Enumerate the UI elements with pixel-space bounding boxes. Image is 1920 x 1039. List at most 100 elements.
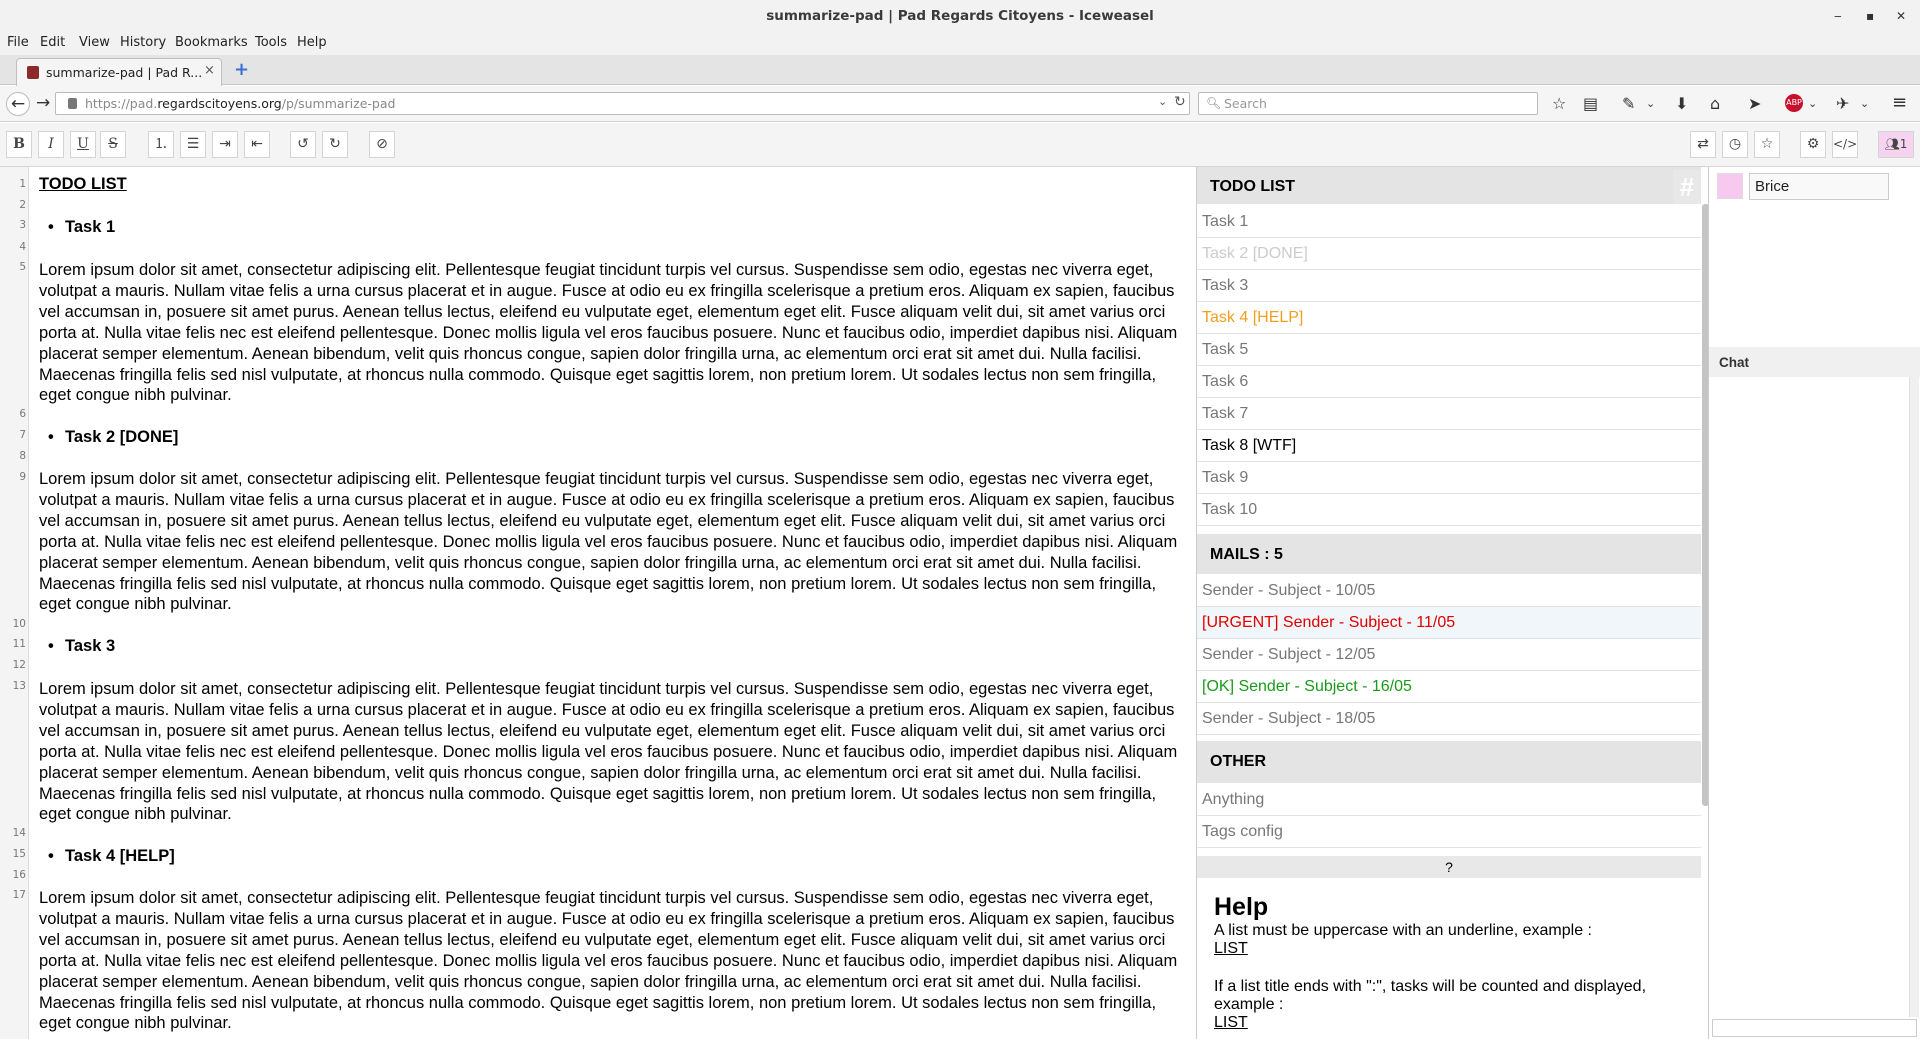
home-icon[interactable]: ⌂	[1710, 94, 1720, 113]
tab-summarize-pad[interactable]: summarize-pad | Pad R... ×	[16, 58, 222, 86]
italic-button[interactable]: I	[38, 131, 64, 158]
pen-tool-icon[interactable]: ✎	[1622, 94, 1635, 113]
other-header: OTHER	[1197, 741, 1701, 783]
todo-item[interactable]: Task 4 [HELP]	[1197, 302, 1701, 334]
menu-file[interactable]: File	[7, 35, 29, 50]
hamburger-menu-icon[interactable]: ≡	[1892, 92, 1907, 113]
redo-button[interactable]: ↻	[322, 131, 348, 158]
todo-item[interactable]: Task 5	[1197, 334, 1701, 366]
navigation-bar: ← → https://pad.regardscitoyens.org/p/su…	[0, 86, 1920, 122]
menu-bookmarks[interactable]: Bookmarks	[175, 35, 248, 50]
line-number: 2	[19, 199, 26, 211]
reload-icon[interactable]: ↻	[1174, 94, 1186, 110]
task-heading: Task 3	[48, 637, 115, 656]
user-color-swatch[interactable]	[1717, 173, 1743, 199]
mail-item[interactable]: Sender - Subject - 18/05	[1197, 703, 1701, 735]
chat-input[interactable]	[1712, 1019, 1917, 1037]
adblock-icon[interactable]: ABP	[1785, 94, 1803, 112]
line-number: 12	[12, 659, 26, 671]
help-example: LIST	[1214, 940, 1248, 957]
settings-button[interactable]: ⚙	[1800, 131, 1826, 158]
line-number: 16	[12, 869, 26, 881]
line-number-gutter: 1 2 3 4 5 6 7 8 9 10 11 12 13 14 15 16 1…	[0, 167, 29, 1039]
ordered-list-button[interactable]: ⒈	[148, 131, 174, 158]
url-bar[interactable]: https://pad.regardscitoyens.org/p/summar…	[55, 92, 1190, 115]
mail-item[interactable]: Sender - Subject - 12/05	[1197, 639, 1701, 671]
task-heading: Task 4 [HELP]	[48, 847, 175, 866]
pen-tool-dropdown-icon[interactable]: ⌄	[1646, 97, 1655, 110]
todo-item[interactable]: Task 2 [DONE]	[1197, 238, 1701, 270]
line-number: 11	[12, 638, 26, 650]
chat-scrollbar[interactable]	[1909, 377, 1919, 1017]
strikethrough-button[interactable]: S	[100, 131, 126, 158]
todo-item[interactable]: Task 1	[1197, 206, 1701, 238]
line-number: 4	[19, 241, 26, 253]
users-button[interactable]: 👥︎1	[1878, 131, 1914, 158]
bold-button[interactable]: B	[6, 131, 32, 158]
todo-item[interactable]: Task 10	[1197, 494, 1701, 526]
menu-view[interactable]: View	[79, 35, 110, 50]
todo-item[interactable]: Task 7	[1197, 398, 1701, 430]
mail-item[interactable]: [URGENT] Sender - Subject - 11/05	[1197, 607, 1701, 639]
underline-button[interactable]: U	[70, 131, 96, 158]
line-number: 17	[12, 889, 26, 901]
download-icon[interactable]: ⬇	[1675, 94, 1688, 113]
task-heading: Task 1	[48, 218, 115, 237]
help-line: A list must be uppercase with an underli…	[1214, 922, 1592, 939]
maximize-icon[interactable]: ▪	[1866, 0, 1874, 32]
unordered-list-button[interactable]: ☰	[180, 131, 206, 158]
editor-toolbar: B I U S ⒈ ☰ ⇥ ⇤ ↺ ↻ ⊘ ⇄ ◷ ☆ ⚙ </> 👥︎1	[0, 123, 1920, 167]
todo-item[interactable]: Task 3	[1197, 270, 1701, 302]
search-bar[interactable]: 🔍︎ Search	[1198, 92, 1538, 115]
extension-dropdown-icon[interactable]: ⌄	[1860, 97, 1869, 110]
forward-icon[interactable]: →	[36, 92, 50, 116]
window-title: summarize-pad | Pad Regards Citoyens - I…	[766, 8, 1154, 24]
hash-toggle-button[interactable]: #	[1673, 170, 1701, 204]
line-number: 3	[19, 219, 26, 231]
clear-authorship-button[interactable]: ⊘	[369, 131, 395, 158]
todo-item[interactable]: Task 8 [WTF]	[1197, 430, 1701, 462]
import-export-button[interactable]: ⇄	[1690, 131, 1716, 158]
line-number: 8	[19, 450, 26, 462]
url-dropdown-icon[interactable]: ⌄	[1158, 95, 1167, 108]
saved-revision-button[interactable]: ☆	[1754, 131, 1780, 158]
lock-icon	[68, 98, 77, 109]
timeslider-button[interactable]: ◷	[1722, 131, 1748, 158]
send-icon[interactable]: ➤	[1748, 94, 1761, 113]
username-input[interactable]: Brice	[1749, 173, 1889, 200]
line-number: 1	[19, 178, 26, 190]
todo-item[interactable]: Task 6	[1197, 366, 1701, 398]
adblock-dropdown-icon[interactable]: ⌄	[1808, 97, 1817, 110]
task-paragraph: Lorem ipsum dolor sit amet, consectetur …	[39, 261, 1178, 405]
close-tab-icon[interactable]: ×	[204, 63, 215, 78]
line-number: 5	[19, 261, 26, 273]
reading-list-icon[interactable]: ▤	[1583, 94, 1598, 113]
undo-button[interactable]: ↺	[290, 131, 316, 158]
menu-edit[interactable]: Edit	[40, 35, 65, 50]
menu-tools[interactable]: Tools	[255, 35, 287, 50]
menu-bar: File Edit View History Bookmarks Tools H…	[0, 31, 1920, 55]
users-panel: Brice	[1708, 167, 1920, 347]
mail-item[interactable]: [OK] Sender - Subject - 16/05	[1197, 671, 1701, 703]
line-number: 10	[12, 618, 26, 630]
task-paragraph: Lorem ipsum dolor sit amet, consectetur …	[39, 470, 1178, 614]
url-text: https://pad.regardscitoyens.org/p/summar…	[85, 96, 396, 111]
embed-button[interactable]: </>	[1832, 131, 1858, 158]
minimize-icon[interactable]: ‒	[1834, 0, 1842, 32]
other-item[interactable]: Anything	[1197, 784, 1701, 816]
new-tab-button[interactable]: +	[234, 59, 249, 80]
help-toggle-button[interactable]: ?	[1197, 856, 1701, 878]
close-window-icon[interactable]: ✕	[1896, 0, 1906, 32]
menu-help[interactable]: Help	[297, 35, 327, 50]
task-paragraph: Lorem ipsum dolor sit amet, consectetur …	[39, 889, 1178, 1033]
mail-item[interactable]: Sender - Subject - 10/05	[1197, 575, 1701, 607]
bookmark-star-icon[interactable]: ☆	[1552, 94, 1566, 113]
extension-icon[interactable]: ✈	[1836, 94, 1849, 113]
menu-history[interactable]: History	[120, 35, 166, 50]
back-icon[interactable]: ←	[6, 92, 30, 116]
outdent-button[interactable]: ⇤	[244, 131, 270, 158]
other-item[interactable]: Tags config	[1197, 816, 1701, 848]
indent-button[interactable]: ⇥	[212, 131, 238, 158]
todo-item[interactable]: Task 9	[1197, 462, 1701, 494]
pad-editor[interactable]: 1 2 3 4 5 6 7 8 9 10 11 12 13 14 15 16 1…	[0, 167, 1196, 1039]
